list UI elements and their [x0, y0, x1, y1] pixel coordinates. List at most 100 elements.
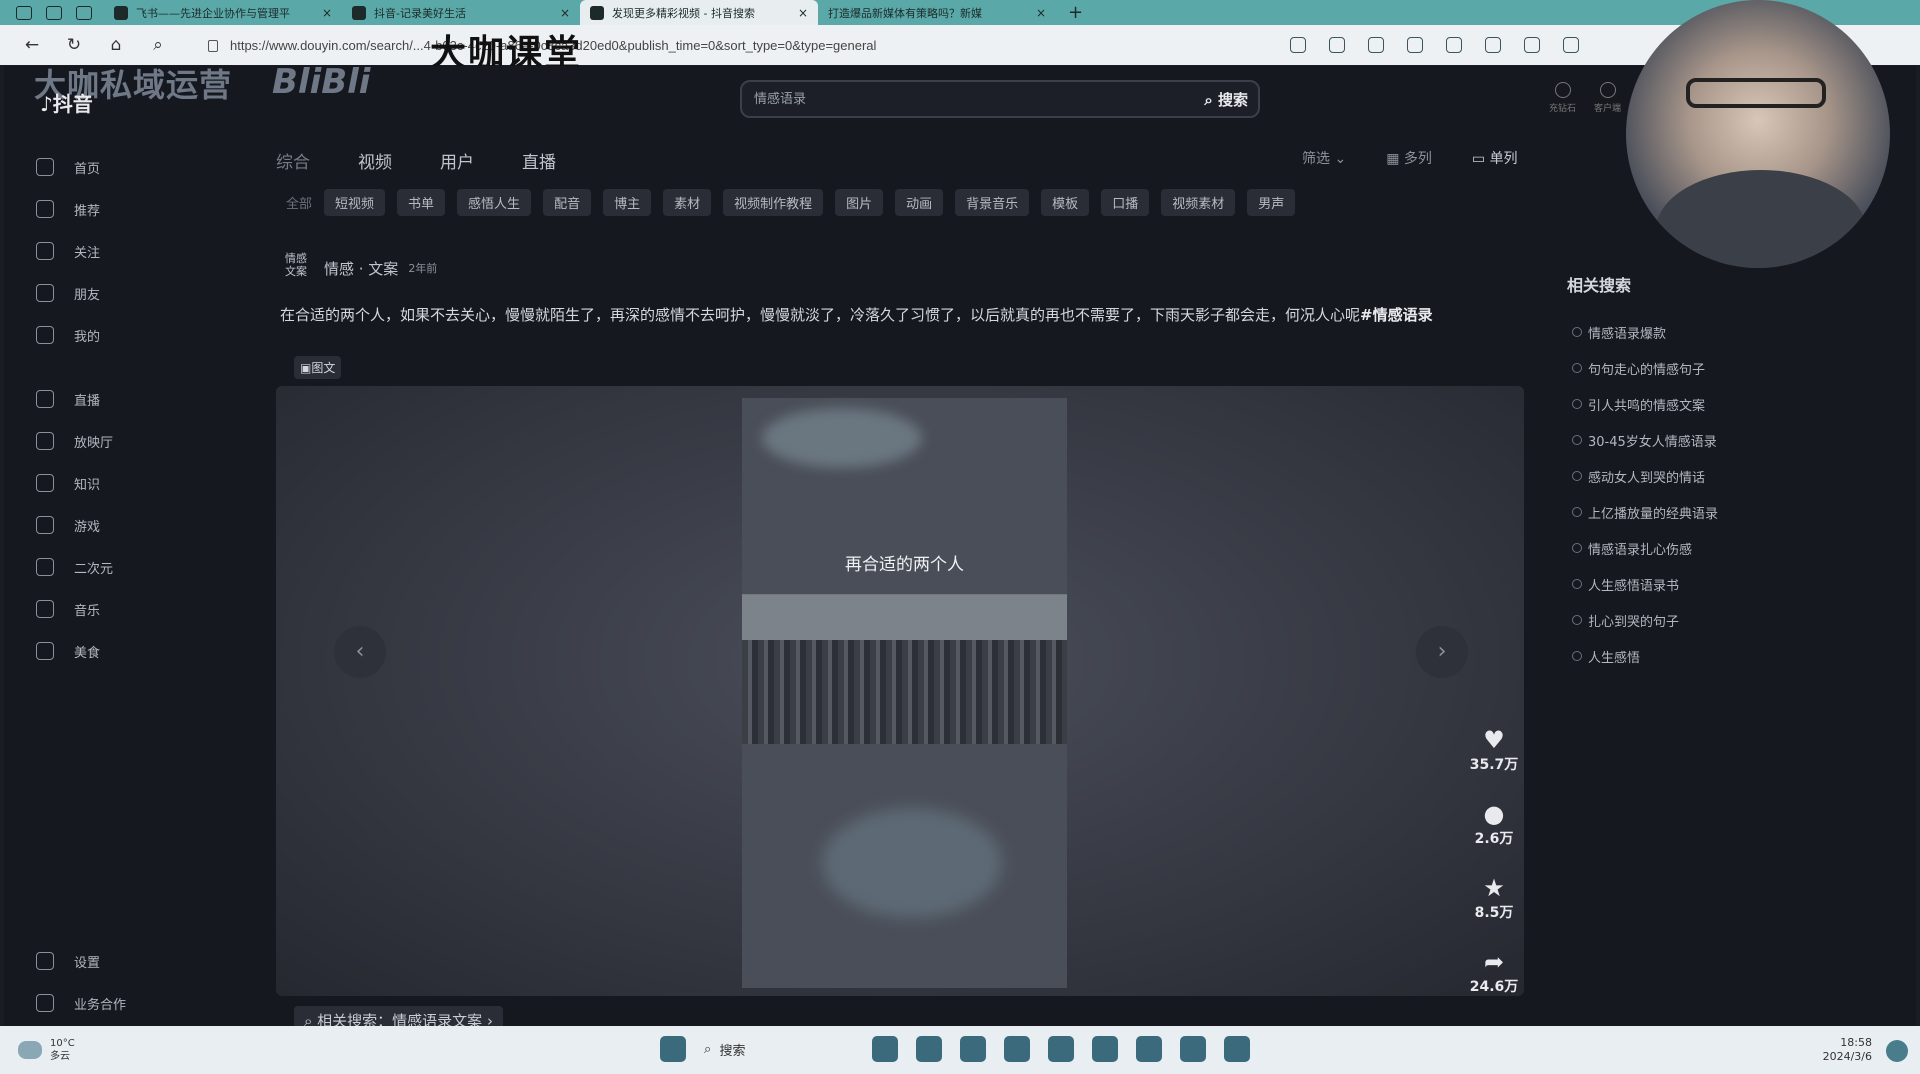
extension-icon[interactable]	[1524, 37, 1540, 53]
related-search-item[interactable]: 句句走心的情感句子	[1572, 350, 1718, 386]
sidebar-item-music[interactable]: 音乐	[36, 588, 186, 630]
browser-tab-strategy[interactable]: 打造爆品新媒体有策略吗？新媒 ×	[818, 0, 1056, 25]
sidebar-item-business[interactable]: 业务合作	[36, 982, 186, 1024]
chip[interactable]: 配音	[543, 189, 592, 216]
related-search-item[interactable]: 人生感悟语录书	[1572, 566, 1718, 602]
close-tab-icon[interactable]: ×	[1036, 6, 1046, 20]
sidebar-item-friends[interactable]: 朋友	[36, 272, 186, 314]
store-icon[interactable]	[1048, 1036, 1074, 1062]
search-icon[interactable]: ⌕	[148, 35, 168, 55]
home-icon[interactable]: ⌂	[106, 35, 126, 55]
related-search-item[interactable]: 情感语录爆款	[1572, 314, 1718, 350]
app-icon[interactable]	[916, 1036, 942, 1062]
file-explorer-icon[interactable]	[960, 1036, 986, 1062]
favorite-star-icon[interactable]	[1368, 37, 1384, 53]
chip[interactable]: 素材	[663, 189, 712, 216]
chip[interactable]: 感悟人生	[457, 189, 532, 216]
collections-icon[interactable]	[1563, 37, 1579, 53]
browser-icon[interactable]	[1180, 1036, 1206, 1062]
client-download-button[interactable]: 客户端	[1594, 82, 1621, 114]
sidebar-item-knowledge[interactable]: 知识	[36, 462, 186, 504]
sidebar-item-anime[interactable]: 二次元	[36, 546, 186, 588]
sidebar-item-follow[interactable]: 关注	[36, 230, 186, 272]
app-icon[interactable]	[1224, 1036, 1250, 1062]
tab-actions-icon[interactable]	[76, 5, 92, 20]
chip[interactable]: 短视频	[324, 189, 386, 216]
tab-users[interactable]: 用户	[440, 148, 474, 173]
filter-button[interactable]: 筛选 ⌄	[1302, 148, 1346, 168]
app-available-icon[interactable]	[1290, 37, 1306, 53]
typora-icon[interactable]	[1092, 1036, 1118, 1062]
related-search-item[interactable]: 情感语录扎心伤感	[1572, 530, 1718, 566]
sidebar-item-mine[interactable]: 我的	[36, 314, 186, 356]
extension-icon[interactable]	[1485, 37, 1501, 53]
sidebar-item-game[interactable]: 游戏	[36, 504, 186, 546]
shield-icon[interactable]	[1446, 37, 1462, 53]
recharge-button[interactable]: 充钻石	[1549, 82, 1576, 114]
related-search-item[interactable]: 扎心到哭的句子	[1572, 602, 1718, 638]
like-button[interactable]: ♥ 35.7万	[1454, 726, 1534, 800]
chip[interactable]: 口播	[1101, 189, 1150, 216]
chip[interactable]: 模板	[1041, 189, 1090, 216]
new-tab-button[interactable]: +	[1068, 2, 1083, 23]
related-search-item[interactable]: 人生感悟	[1572, 638, 1718, 674]
notification-icon[interactable]	[1886, 1040, 1908, 1062]
chip[interactable]: 视频制作教程	[723, 189, 824, 216]
sidebar-item-live[interactable]: 直播	[36, 378, 186, 420]
single-column-button[interactable]: ▭ 单列	[1472, 148, 1518, 168]
sidebar-item-theater[interactable]: 放映厅	[36, 420, 186, 462]
tab-live[interactable]: 直播	[522, 148, 556, 173]
chip[interactable]: 背景音乐	[955, 189, 1030, 216]
related-search-item[interactable]: 30-45岁女人情感语录	[1572, 422, 1718, 458]
weather-widget[interactable]: 10°C 多云	[18, 1037, 75, 1063]
refresh-icon[interactable]: ↻	[64, 35, 84, 55]
extension-icon[interactable]	[1407, 37, 1423, 53]
avatar[interactable]: 情感文案	[280, 252, 312, 284]
system-clock[interactable]: 18:58 2024/3/6	[1823, 1036, 1872, 1064]
sidebar-item-food[interactable]: 美食	[36, 630, 186, 672]
browser-tab-feishu[interactable]: 飞书——先进企业协作与管理平 ×	[104, 0, 342, 25]
tab-general[interactable]: 综合	[276, 148, 310, 173]
back-icon[interactable]: ←	[22, 35, 42, 55]
close-tab-icon[interactable]: ×	[798, 6, 808, 20]
taskbar-search[interactable]: ⌕ 搜索	[704, 1040, 854, 1059]
related-search-item[interactable]: 引人共鸣的情感文案	[1572, 386, 1718, 422]
sidebar-item-settings[interactable]: 设置	[36, 940, 186, 982]
favorite-button[interactable]: ★ 8.5万	[1454, 874, 1534, 948]
edge-icon[interactable]	[1004, 1036, 1030, 1062]
chip[interactable]: 男声	[1247, 189, 1296, 216]
sidebar-item-recommend[interactable]: 推荐	[36, 188, 186, 230]
chip[interactable]: 博主	[603, 189, 652, 216]
comment-button[interactable]: ● 2.6万	[1454, 800, 1534, 874]
widgets-icon[interactable]	[872, 1036, 898, 1062]
sidebar-item-home[interactable]: 首页	[36, 146, 186, 188]
next-arrow-icon[interactable]: ›	[1416, 626, 1468, 678]
read-aloud-icon[interactable]	[1329, 37, 1345, 53]
search-input[interactable]	[754, 90, 1174, 105]
chip[interactable]: 书单	[397, 189, 446, 216]
chip[interactable]: 视频素材	[1161, 189, 1236, 216]
prev-arrow-icon[interactable]: ‹	[334, 626, 386, 678]
close-tab-icon[interactable]: ×	[322, 6, 332, 20]
video-player[interactable]: 再合适的两个人 ‹ ›	[276, 386, 1524, 996]
tab-video[interactable]: 视频	[358, 148, 392, 173]
share-button[interactable]: ➦ 24.6万	[1454, 948, 1534, 1022]
browser-tab-search[interactable]: 发现更多精彩视频 - 抖音搜索 ×	[580, 0, 818, 25]
hashtag-link[interactable]: #情感语录	[1360, 306, 1433, 324]
search-button[interactable]: ⌕ 搜索	[1204, 89, 1248, 110]
start-icon[interactable]	[660, 1036, 686, 1062]
chip[interactable]: 图片	[835, 189, 884, 216]
url-field[interactable]: https://www.douyin.com/search/...4-b03c-…	[208, 38, 1238, 53]
profile-icon[interactable]	[16, 5, 32, 20]
author-name[interactable]: 情感 · 文案	[324, 258, 398, 279]
related-search-item[interactable]: 上亿播放量的经典语录	[1572, 494, 1718, 530]
workspaces-icon[interactable]	[46, 5, 62, 20]
browser-tab-douyin[interactable]: 抖音-记录美好生活 ×	[342, 0, 580, 25]
chip[interactable]: 动画	[895, 189, 944, 216]
close-tab-icon[interactable]: ×	[560, 6, 570, 20]
chip-all[interactable]: 全部	[286, 189, 312, 216]
related-search-item[interactable]: 感动女人到哭的情话	[1572, 458, 1718, 494]
multi-column-button[interactable]: ▦ 多列	[1386, 148, 1432, 168]
notes-icon[interactable]	[1136, 1036, 1162, 1062]
douyin-logo[interactable]: ♪抖音	[40, 88, 93, 117]
